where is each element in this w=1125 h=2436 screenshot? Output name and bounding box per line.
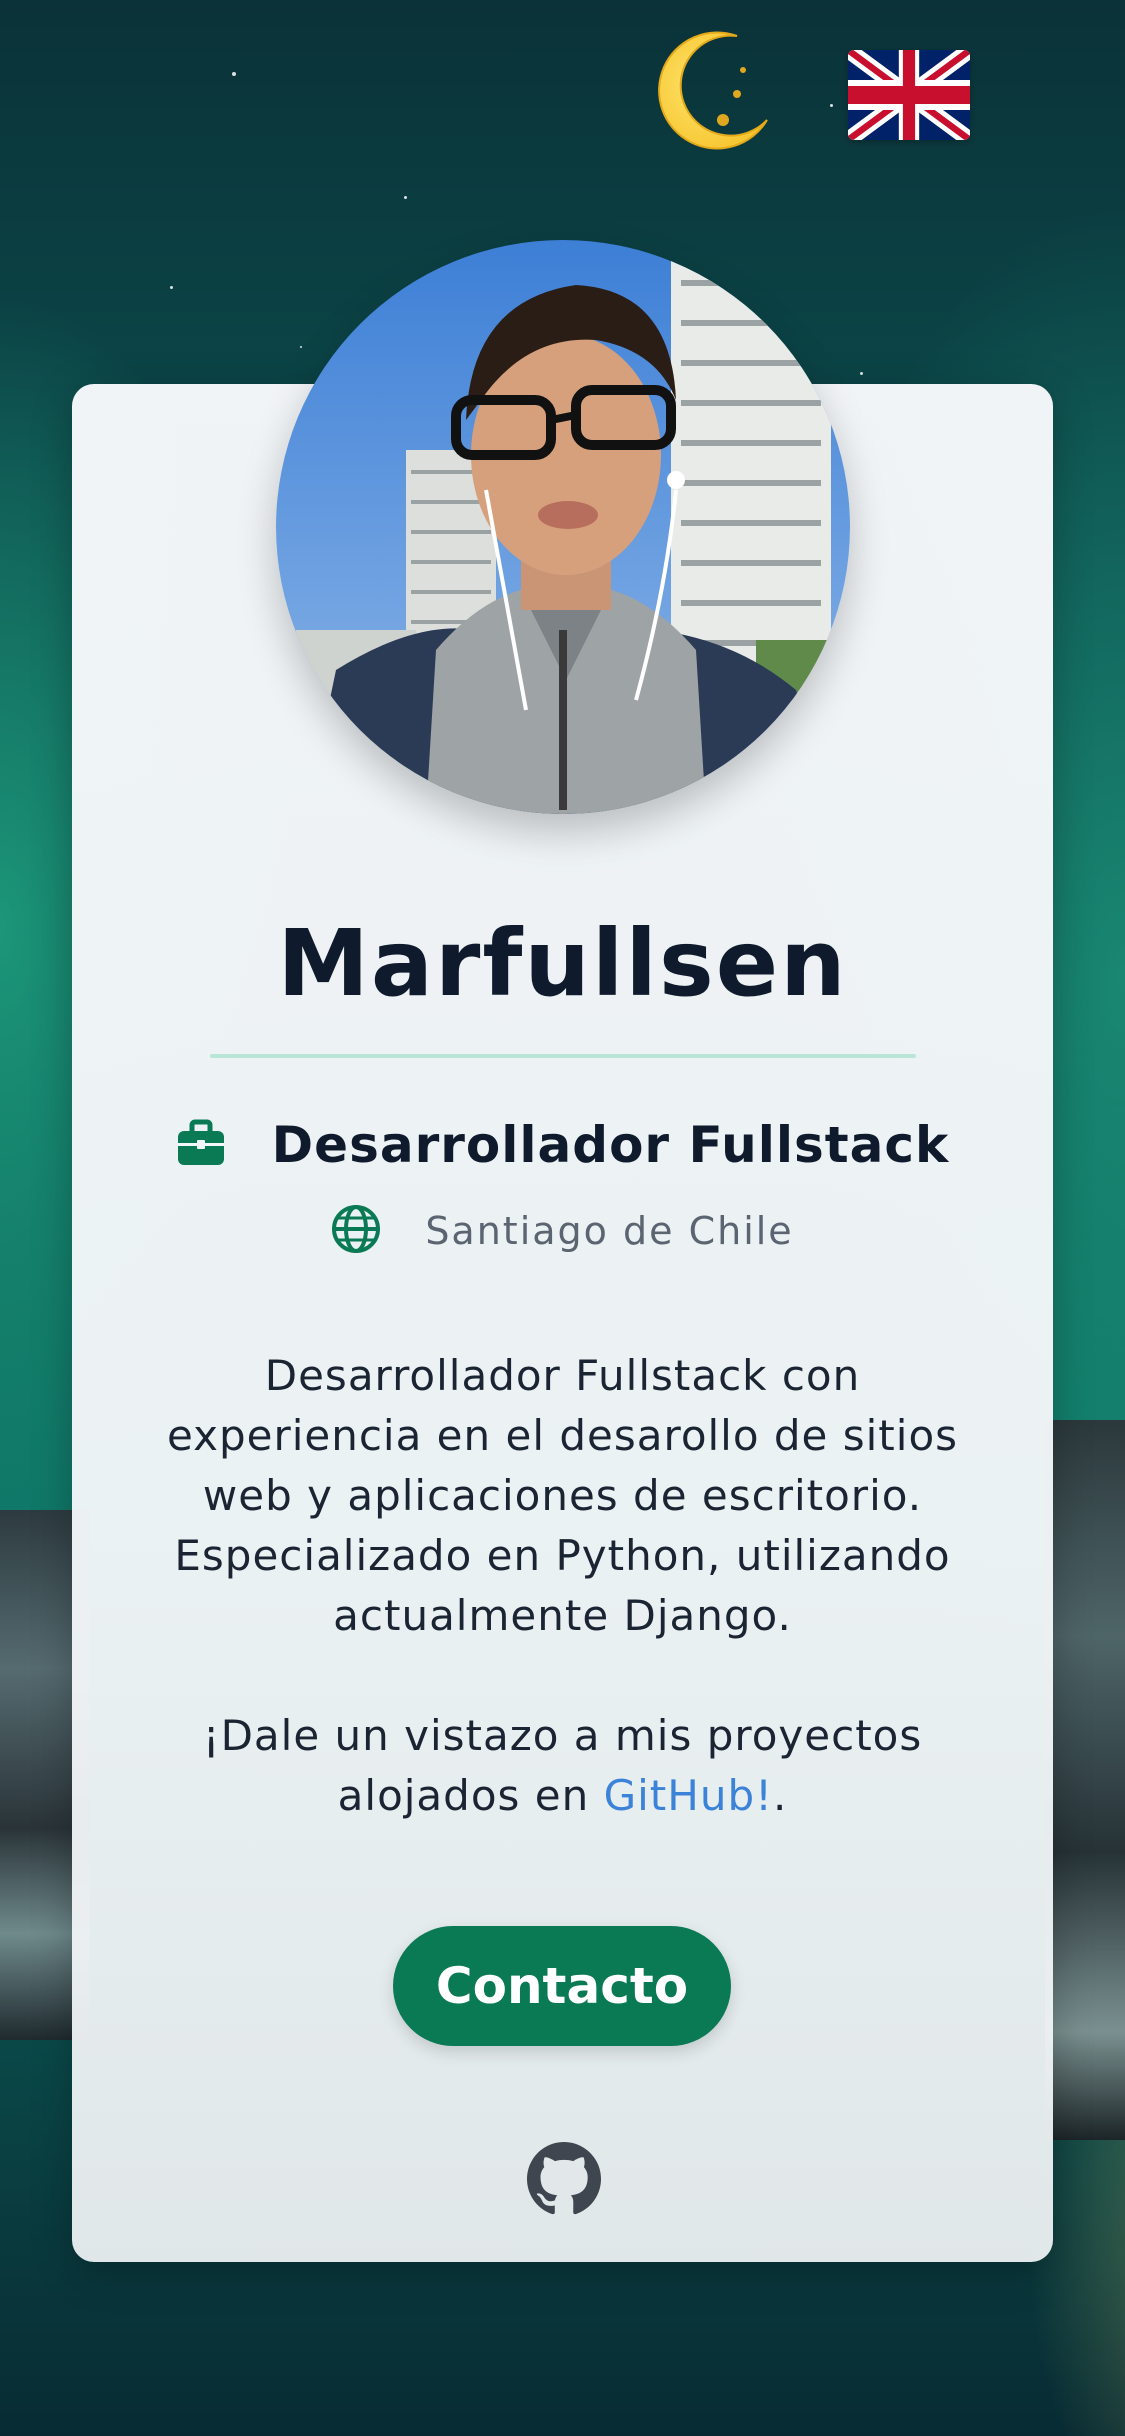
name-divider <box>210 1054 916 1058</box>
bio-cta: ¡Dale un vistazo a mis proyectos alojado… <box>130 1706 995 1826</box>
profile-location-row: Santiago de Chile <box>0 1200 1125 1262</box>
bio-paragraph: Desarrollador Fullstack con experiencia … <box>166 1351 959 1640</box>
background-mountain-right <box>1045 1420 1125 2140</box>
contact-button[interactable]: Contacto <box>393 1926 731 2046</box>
globe-icon <box>331 1204 381 1258</box>
profile-role: Desarrollador Fullstack <box>271 1116 950 1174</box>
profile-avatar <box>276 240 850 814</box>
github-link[interactable]: GitHub! <box>604 1771 773 1820</box>
profile-bio: Desarrollador Fullstack con experiencia … <box>130 1346 995 1826</box>
profile-name: Marfullsen <box>277 910 848 1017</box>
language-uk-flag-icon[interactable] <box>848 50 970 140</box>
github-icon[interactable] <box>527 2142 601 2216</box>
profile-location: Santiago de Chile <box>425 1209 794 1253</box>
bio-cta-suffix: . <box>772 1771 788 1820</box>
bio-cta-prefix: ¡Dale un vistazo a mis proyectos alojado… <box>202 1711 923 1820</box>
profile-role-row: Desarrollador Fullstack <box>0 1110 1125 1180</box>
theme-toggle-moon-icon[interactable] <box>645 28 775 158</box>
briefcase-icon <box>176 1119 226 1171</box>
